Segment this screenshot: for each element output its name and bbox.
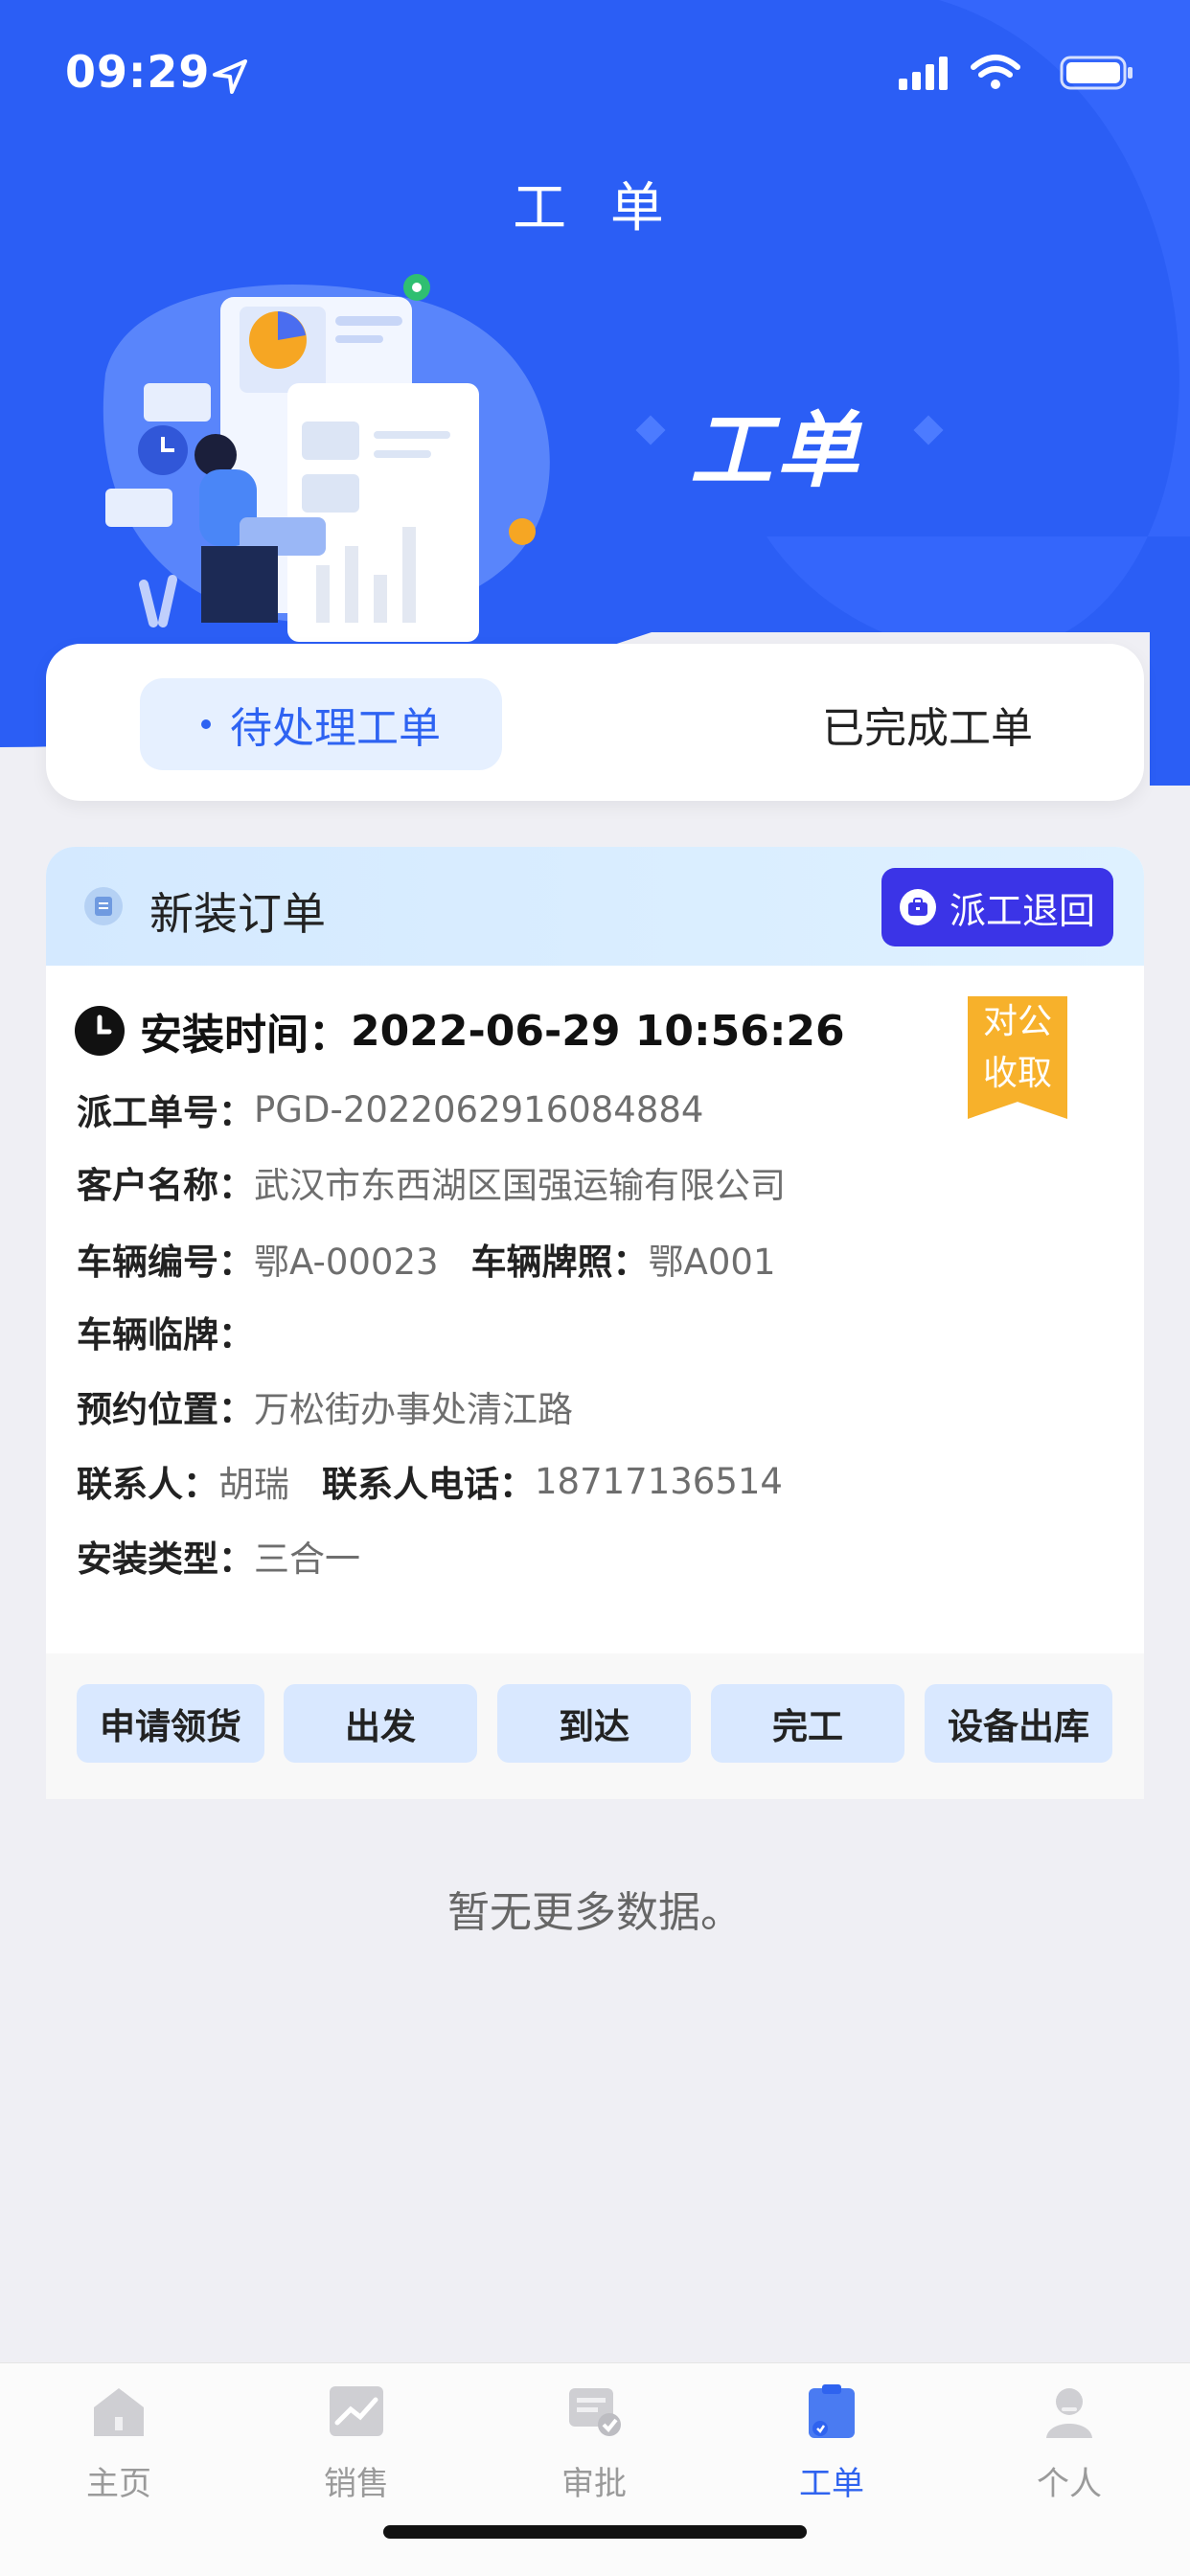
- tab-bar: 待处理工单 已完成工单: [46, 644, 1144, 801]
- page-title: 工 单: [513, 177, 677, 239]
- temp-plate-row: 车辆临牌：: [77, 1307, 254, 1356]
- field-label: 预约位置：: [77, 1389, 254, 1430]
- sales-chart-icon: [330, 2386, 383, 2436]
- bottom-navigation: 主页 销售 审批 工单 个人: [0, 2362, 1190, 2576]
- ribbon-line-2: 收取: [982, 1054, 1052, 1093]
- nav-label: 主页: [86, 2465, 151, 2503]
- dispatch-number: PGD-2022062916084884: [254, 1088, 704, 1130]
- customer-row: 客户名称： 武汉市东西湖区国强运输有限公司: [77, 1157, 786, 1207]
- home-indicator: [383, 2525, 807, 2539]
- license-plate: 鄂A001: [648, 1242, 776, 1283]
- nav-work-order[interactable]: 工单: [755, 2381, 908, 2515]
- install-type: 三合一: [254, 1539, 360, 1580]
- order-card[interactable]: 新装订单 派工退回 安装时间： 2022-06-29 10:56:26 对公 收…: [46, 847, 1144, 1799]
- field-label: 车辆牌照：: [470, 1242, 649, 1283]
- field-label: 联系人电话：: [322, 1464, 535, 1505]
- install-time-row: 安装时间： 2022-06-29 10:56:26: [75, 1002, 845, 1060]
- status-bar: 09:29: [0, 0, 1190, 144]
- nav-home[interactable]: 主页: [42, 2381, 195, 2515]
- customer-name: 武汉市东西湖区国强运输有限公司: [254, 1165, 786, 1206]
- depart-button[interactable]: 出发: [284, 1684, 477, 1763]
- nav-profile[interactable]: 个人: [993, 2381, 1146, 2515]
- signal-icon: [899, 57, 948, 90]
- dispatch-number-row: 派工单号： PGD-2022062916084884: [77, 1084, 703, 1134]
- person-icon: [1046, 2388, 1092, 2438]
- vehicle-number: 鄂A-00023: [254, 1242, 439, 1283]
- tab-pending-orders[interactable]: 待处理工单: [140, 678, 502, 770]
- home-icon: [94, 2388, 144, 2436]
- contact-phone[interactable]: 18717136514: [535, 1461, 783, 1502]
- approval-icon: [569, 2388, 621, 2436]
- banner-title: 工单: [690, 403, 862, 499]
- field-label: 车辆临牌：: [77, 1314, 254, 1356]
- field-label: 客户名称：: [77, 1165, 254, 1206]
- wifi-icon: [971, 55, 1020, 89]
- clock-icon: [75, 1006, 125, 1056]
- field-label: 联系人：: [77, 1464, 218, 1505]
- active-dot: [201, 719, 211, 729]
- equipment-outbound-button[interactable]: 设备出库: [925, 1684, 1112, 1763]
- order-type-title: 新装订单: [149, 888, 326, 940]
- install-time-label: 安装时间：: [140, 1011, 351, 1060]
- dispatch-return-button[interactable]: 派工退回: [881, 868, 1113, 946]
- complete-button[interactable]: 完工: [711, 1684, 904, 1763]
- vehicle-row: 车辆编号： 鄂A-00023 车辆牌照： 鄂A001: [77, 1234, 776, 1284]
- no-more-data-text: 暂无更多数据。: [447, 1888, 743, 1937]
- nav-label: 销售: [324, 2465, 389, 2503]
- briefcase-icon: [899, 889, 936, 925]
- nav-label: 审批: [561, 2465, 627, 2503]
- ribbon-line-1: 对公: [982, 1002, 1052, 1041]
- field-label: 派工单号：: [77, 1092, 254, 1133]
- battery-icon: [1060, 56, 1133, 90]
- tab-label: 待处理工单: [230, 704, 441, 753]
- install-type-row: 安装类型： 三合一: [77, 1531, 360, 1581]
- clipboard-icon: [809, 2384, 855, 2438]
- order-actions: 申请领货 出发 到达 完工 设备出库: [46, 1653, 1144, 1799]
- tab-completed-orders[interactable]: 已完成工单: [755, 678, 1100, 770]
- nav-sales[interactable]: 销售: [280, 2381, 433, 2515]
- location-arrow-icon: [213, 59, 247, 94]
- field-label: 安装类型：: [77, 1539, 254, 1580]
- payment-ribbon: 对公 收取: [968, 996, 1067, 1119]
- document-icon: [84, 887, 123, 925]
- contact-name: 胡瑞: [218, 1464, 289, 1505]
- location-row: 预约位置： 万松街办事处清江路: [77, 1381, 573, 1431]
- install-time-value: 2022-06-29 10:56:26: [351, 1006, 845, 1056]
- nav-label: 个人: [1037, 2465, 1102, 2503]
- order-card-header: 新装订单 派工退回: [46, 847, 1144, 966]
- nav-approval[interactable]: 审批: [517, 2381, 671, 2515]
- contact-row: 联系人： 胡瑞 联系人电话： 18717136514: [77, 1456, 783, 1506]
- nav-label: 工单: [799, 2465, 864, 2503]
- work-order-illustration: [103, 274, 550, 642]
- dispatch-return-label: 派工退回: [949, 889, 1095, 932]
- field-label: 车辆编号：: [77, 1242, 254, 1283]
- request-goods-button[interactable]: 申请领货: [77, 1684, 264, 1763]
- tab-label: 已完成工单: [822, 704, 1033, 753]
- appointment-location: 万松街办事处清江路: [254, 1389, 573, 1430]
- status-time: 09:29: [65, 46, 211, 98]
- arrive-button[interactable]: 到达: [497, 1684, 691, 1763]
